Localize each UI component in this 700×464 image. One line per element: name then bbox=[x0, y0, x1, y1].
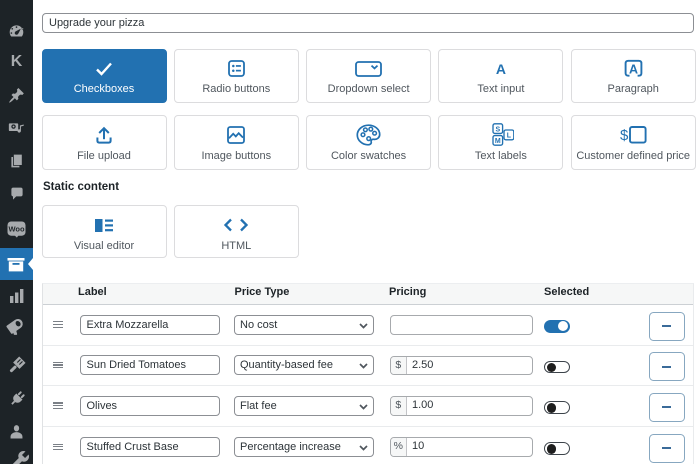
svg-text:$: $ bbox=[620, 127, 629, 144]
svg-text:Woo: Woo bbox=[8, 225, 25, 234]
svg-text:M: M bbox=[495, 138, 501, 145]
svg-text:S: S bbox=[495, 126, 500, 133]
svg-text:L: L bbox=[507, 132, 512, 139]
svg-text:A: A bbox=[629, 62, 638, 76]
